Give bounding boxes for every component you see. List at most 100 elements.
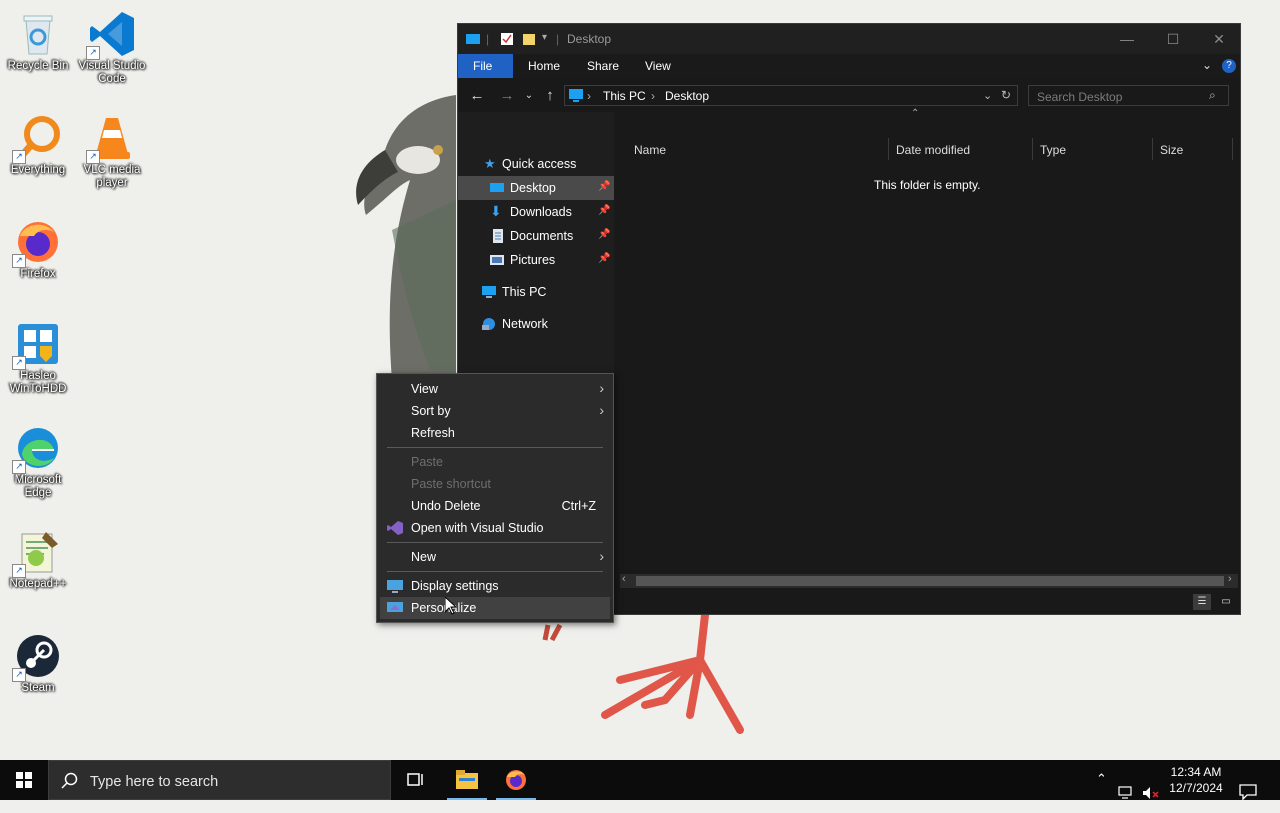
taskbar-clock[interactable]: 12:34 AM 12/7/2024 <box>1160 764 1232 796</box>
taskbar-search-box[interactable] <box>48 760 391 800</box>
menu-item-view[interactable]: View › <box>380 378 610 400</box>
nav-item-pictures[interactable]: Pictures 📌 <box>458 248 614 272</box>
tab-file[interactable]: File <box>458 54 513 78</box>
shortcut-arrow-icon: ↗ <box>86 150 100 164</box>
menu-item-open-with-visual-studio[interactable]: Open with Visual Studio <box>380 517 610 539</box>
column-divider[interactable] <box>1232 138 1233 160</box>
taskbar-search-input[interactable] <box>88 772 382 792</box>
start-button[interactable] <box>0 760 48 800</box>
vlc-cone-icon: ↗ <box>86 114 136 164</box>
new-folder-icon[interactable] <box>522 32 536 46</box>
menu-item-refresh[interactable]: Refresh <box>380 422 610 444</box>
shortcut-arrow-icon: ↗ <box>12 254 26 268</box>
forward-arrow-icon[interactable]: → <box>498 87 516 104</box>
menu-item-label: Personalize <box>411 601 477 615</box>
nav-item-label: Documents <box>510 229 574 243</box>
up-arrow-icon[interactable]: ↑ <box>541 87 559 104</box>
menu-item-display-settings[interactable]: Display settings <box>380 575 610 597</box>
details-view-icon[interactable]: ☰ <box>1193 594 1211 610</box>
help-icon[interactable]: ? <box>1222 59 1236 73</box>
empty-folder-message: This folder is empty. <box>874 178 981 192</box>
column-header-date-modified[interactable]: Date modified <box>896 143 970 157</box>
menu-item-new[interactable]: New › <box>380 546 610 568</box>
network-status-icon[interactable] <box>1118 773 1136 813</box>
menu-item-paste-shortcut[interactable]: Paste shortcut <box>380 473 610 495</box>
search-box[interactable]: ⌕ <box>1028 85 1229 106</box>
everything-icon: ↗ <box>12 114 62 164</box>
desktop-icon-vscode[interactable]: ↗ Visual Studio Code <box>76 6 148 86</box>
desktop-icon-everything[interactable]: ↗ Everything <box>2 110 74 177</box>
nav-item-this-pc[interactable]: This PC <box>458 280 614 304</box>
desktop-icon-vlc[interactable]: ↗ VLC media player <box>76 110 148 190</box>
desktop-icon-edge[interactable]: ↗ Microsoft Edge <box>2 420 74 500</box>
desktop-icon-label: Visual Studio Code <box>78 60 146 85</box>
shortcut-arrow-icon: ↗ <box>12 356 26 370</box>
taskbar-file-explorer[interactable] <box>443 760 491 800</box>
tab-view[interactable]: View <box>630 54 686 78</box>
maximize-button[interactable]: ☐ <box>1150 24 1196 54</box>
large-icons-view-icon[interactable]: ▭ <box>1217 594 1235 610</box>
horizontal-scrollbar[interactable]: ‹ › <box>620 573 1238 588</box>
desktop-folder-icon <box>490 183 504 192</box>
search-icon: ⌕ <box>1209 88 1216 102</box>
scroll-right-icon[interactable]: › <box>1228 573 1232 585</box>
menu-item-sort-by[interactable]: Sort by › <box>380 400 610 422</box>
task-view-button[interactable] <box>392 760 440 800</box>
this-pc-icon <box>569 89 583 102</box>
back-arrow-icon[interactable]: ← <box>468 87 486 104</box>
file-explorer-icon <box>456 770 478 789</box>
breadcrumb-this-pc[interactable]: This PC <box>603 89 646 103</box>
column-header-size[interactable]: Size <box>1160 143 1183 157</box>
desktop-icon-recycle-bin[interactable]: Recycle Bin <box>2 6 74 73</box>
show-hidden-icons-chevron-icon[interactable]: ⌃ <box>1096 771 1107 811</box>
menu-item-undo-delete[interactable]: Undo Delete Ctrl+Z <box>380 495 610 517</box>
desktop-icon-hasleo-wintohdd[interactable]: ↗ Hasleo WinToHDD <box>2 316 74 396</box>
minimize-button[interactable]: — <box>1104 24 1150 54</box>
address-bar[interactable]: › This PC › Desktop ⌄ ↻ <box>564 85 1018 106</box>
nav-item-network[interactable]: Network <box>458 312 614 336</box>
column-header-type[interactable]: Type <box>1040 143 1066 157</box>
column-header-name[interactable]: Name <box>634 143 666 157</box>
nav-item-label: Desktop <box>510 181 556 195</box>
nav-item-documents[interactable]: Documents 📌 <box>458 224 614 248</box>
scroll-left-icon[interactable]: ‹ <box>622 573 626 585</box>
column-divider[interactable] <box>888 138 889 160</box>
column-divider[interactable] <box>1152 138 1153 160</box>
desktop-icon-notepadpp[interactable]: ↗ Notepad++ <box>2 524 74 591</box>
properties-icon[interactable] <box>500 32 514 46</box>
display-icon <box>387 580 403 593</box>
menu-item-personalize[interactable]: Personalize <box>380 597 610 619</box>
window-title: Desktop <box>567 32 612 46</box>
star-icon: ★ <box>484 156 496 171</box>
volume-muted-icon[interactable] <box>1142 773 1160 813</box>
recent-locations-chevron-icon[interactable]: ⌄ <box>520 90 538 101</box>
pin-icon: 📌 <box>598 229 611 240</box>
address-row: ← → ⌄ ↑ › This PC › Desktop ⌄ ↻ ⌕ <box>458 78 1240 112</box>
window-titlebar[interactable]: | ▾ | Desktop — ☐ ✕ <box>458 24 1240 54</box>
nav-item-downloads[interactable]: ⬇ Downloads 📌 <box>458 200 614 224</box>
nav-item-quick-access[interactable]: ★ Quick access <box>458 152 614 176</box>
notification-center-icon[interactable] <box>1239 772 1257 812</box>
desktop-icon-label: Steam <box>21 682 55 694</box>
refresh-icon[interactable]: ↻ <box>1001 88 1011 102</box>
documents-icon <box>493 229 503 243</box>
file-list-pane[interactable]: ⌃ Name Date modified Type Size This fold… <box>614 108 1240 590</box>
column-divider[interactable] <box>1032 138 1033 160</box>
address-dropdown-chevron-icon[interactable]: ⌄ <box>983 89 992 102</box>
breadcrumb-desktop[interactable]: Desktop <box>665 89 709 103</box>
customize-quick-access-chevron-icon[interactable]: ▾ <box>542 32 547 43</box>
search-input[interactable] <box>1035 88 1204 105</box>
nav-item-desktop[interactable]: Desktop 📌 <box>458 176 614 200</box>
desktop-icon-steam[interactable]: ↗ Steam <box>2 628 74 695</box>
tab-share[interactable]: Share <box>572 54 634 78</box>
expand-ribbon-chevron-icon[interactable]: ⌄ <box>1202 58 1212 72</box>
menu-item-paste[interactable]: Paste <box>380 451 610 473</box>
shortcut-arrow-icon: ↗ <box>86 46 100 60</box>
desktop-icon-firefox[interactable]: ↗ Firefox <box>2 214 74 281</box>
scrollbar-thumb[interactable] <box>636 576 1224 586</box>
taskbar: ⌃ 12:34 AM 12/7/2024 <box>0 760 1280 801</box>
taskbar-firefox[interactable] <box>492 760 540 800</box>
tab-home[interactable]: Home <box>513 54 575 78</box>
close-button[interactable]: ✕ <box>1196 24 1242 54</box>
windows-logo-icon <box>16 772 32 788</box>
